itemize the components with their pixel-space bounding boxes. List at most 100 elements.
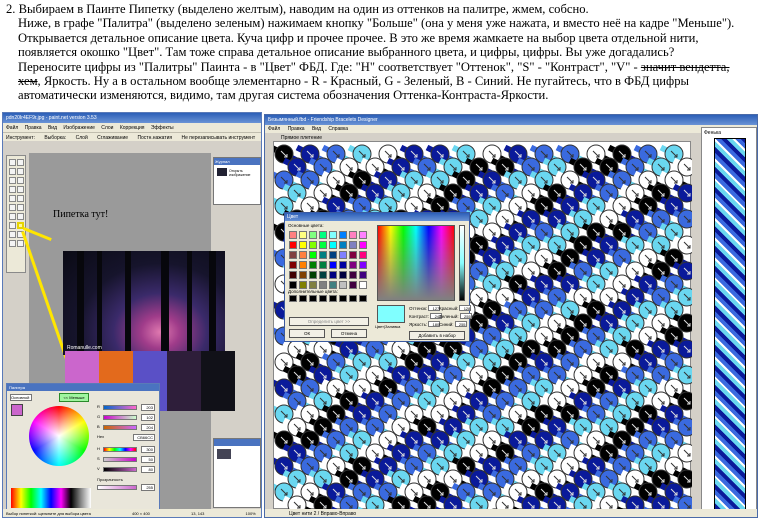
saturation-slider-bar[interactable] [103, 457, 137, 462]
add-to-custom-button[interactable]: Добавить в набор [409, 331, 465, 340]
ok-button[interactable]: ОК [289, 329, 325, 338]
custom-color-cell[interactable] [319, 295, 327, 302]
toolbar-tool-label[interactable]: Инструмент: [6, 135, 35, 141]
toolbar-antialias[interactable]: Сглаживание [97, 135, 128, 141]
basic-color-cell[interactable] [329, 281, 337, 289]
basic-color-cell[interactable] [349, 261, 357, 269]
hue-field[interactable]: Оттенок: 127 [409, 305, 441, 311]
basic-color-cell[interactable] [299, 231, 307, 239]
slider-hue[interactable]: H 300 [97, 446, 159, 453]
green-input[interactable]: 255 [459, 313, 472, 319]
basic-color-cell[interactable] [309, 231, 317, 239]
toolbar-layer[interactable]: Слой [76, 135, 88, 141]
bucket-tool-icon[interactable] [9, 195, 16, 202]
designer-titlebar[interactable]: Безымянный.fbd - Friendship Bracelets De… [265, 115, 757, 125]
basic-color-cell[interactable] [299, 261, 307, 269]
basic-color-cell[interactable] [359, 261, 367, 269]
basic-color-cell[interactable] [319, 271, 327, 279]
slider-alpha[interactable]: 255 [97, 484, 159, 491]
basic-color-cell[interactable] [339, 281, 347, 289]
zoom-tool-icon[interactable] [17, 177, 24, 184]
menu-file[interactable]: Файл [268, 126, 280, 132]
green-field[interactable]: Зеленый: 255 [439, 313, 472, 319]
panel-title[interactable]: Журнал [214, 158, 260, 165]
basic-color-cell[interactable] [329, 231, 337, 239]
menu-image[interactable]: Изображение [63, 125, 95, 131]
brush-tool-icon[interactable] [9, 204, 16, 211]
basic-color-cell[interactable] [329, 261, 337, 269]
blue-value[interactable]: 204 [141, 424, 155, 431]
basic-color-cell[interactable] [349, 241, 357, 249]
eraser-tool-icon[interactable] [17, 213, 24, 220]
basic-color-cell[interactable] [289, 281, 297, 289]
basic-color-cell[interactable] [349, 281, 357, 289]
custom-color-cell[interactable] [309, 295, 317, 302]
basic-color-cell[interactable] [309, 261, 317, 269]
rectangle-tool-icon[interactable] [9, 240, 16, 247]
basic-color-cell[interactable] [359, 271, 367, 279]
blue-input[interactable]: 255 [454, 321, 467, 327]
palette-color-strip[interactable] [11, 488, 91, 508]
toolbar-after-click[interactable]: Постн.нажатия [137, 135, 172, 141]
color-spectrum[interactable] [377, 225, 455, 301]
custom-color-cell[interactable] [299, 295, 307, 302]
red-input[interactable]: 128 [459, 305, 472, 311]
menu-effects[interactable]: Эффекты [151, 125, 174, 131]
basic-color-cell[interactable] [339, 261, 347, 269]
basic-color-cell[interactable] [289, 261, 297, 269]
stamp-tool-icon[interactable] [9, 213, 16, 220]
color-wheel[interactable] [29, 406, 89, 466]
basic-color-cell[interactable] [289, 241, 297, 249]
basic-color-cell[interactable] [299, 251, 307, 259]
layer-thumbnail[interactable] [217, 449, 231, 459]
cancel-button[interactable]: Отмена [331, 329, 367, 338]
history-item[interactable]: Открыть изображение [229, 169, 260, 177]
sat-field[interactable]: Контраст: 240 [409, 313, 443, 319]
value-value[interactable]: 80 [141, 466, 155, 473]
menu-view[interactable]: Вид [312, 126, 321, 132]
basic-color-cell[interactable] [309, 271, 317, 279]
magic-wand-icon[interactable] [9, 186, 16, 193]
basic-color-cell[interactable] [289, 251, 297, 259]
primary-color-chip[interactable] [11, 404, 23, 416]
basic-color-cell[interactable] [319, 281, 327, 289]
basic-color-cell[interactable] [359, 231, 367, 239]
palette-swatch-black[interactable] [201, 351, 235, 411]
paint-titlebar[interactable]: pdn20Ir4EF9r.jpg - paint.net version 3.5… [3, 113, 261, 123]
green-value[interactable]: 102 [141, 414, 155, 421]
menu-view[interactable]: Вид [48, 125, 57, 131]
basic-color-cell[interactable] [339, 231, 347, 239]
color-dialog-titlebar[interactable]: Цвет [285, 213, 469, 221]
define-custom-color-button[interactable]: Определить цвет >> [289, 317, 369, 326]
palette-title[interactable]: Палитра [7, 384, 159, 391]
basic-color-cell[interactable] [339, 251, 347, 259]
basic-color-cell[interactable] [309, 281, 317, 289]
basic-color-cell[interactable] [339, 241, 347, 249]
basic-color-cell[interactable] [349, 231, 357, 239]
basic-color-cell[interactable] [339, 271, 347, 279]
menu-layers[interactable]: Слои [101, 125, 113, 131]
ellipse-select-icon[interactable] [9, 177, 16, 184]
recolor-tool-icon[interactable] [9, 222, 16, 229]
panel-titlebar[interactable] [214, 439, 260, 446]
red-value[interactable]: 203 [141, 404, 155, 411]
basic-color-cell[interactable] [309, 241, 317, 249]
luminance-bar[interactable] [459, 225, 465, 301]
basic-color-cell[interactable] [349, 251, 357, 259]
basic-color-cell[interactable] [319, 251, 327, 259]
menu-edit[interactable]: Правка [25, 125, 42, 131]
value-slider-bar[interactable] [103, 467, 137, 472]
custom-color-cell[interactable] [339, 295, 347, 302]
basic-color-cell[interactable] [359, 251, 367, 259]
hex-value[interactable]: CB66CC [133, 434, 155, 441]
basic-color-cell[interactable] [289, 231, 297, 239]
basic-color-cell[interactable] [319, 241, 327, 249]
toolbar-sampling[interactable]: Выборка: [44, 135, 66, 141]
hue-slider-bar[interactable] [103, 447, 137, 452]
gradient-tool-icon[interactable] [17, 195, 24, 202]
basic-color-cell[interactable] [319, 261, 327, 269]
blue-slider-bar[interactable] [103, 425, 137, 430]
select-tool-icon[interactable] [9, 159, 16, 166]
toolbar-no-switch[interactable]: Не перезаписывать инструмент [182, 135, 256, 141]
more-less-button[interactable]: << Меньше [59, 393, 89, 402]
